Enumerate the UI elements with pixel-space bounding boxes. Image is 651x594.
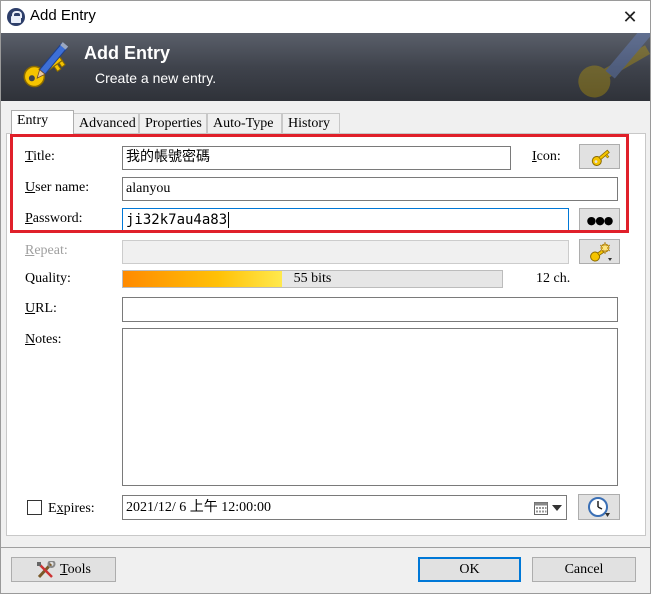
banner-subtitle: Create a new entry. [95,70,217,86]
expires-checkbox[interactable] [27,500,42,515]
password-generator-icon [589,241,612,262]
url-label: URL: [25,301,57,316]
key-icon [591,149,610,166]
tools-icon [37,560,56,578]
tab-properties[interactable]: Properties [139,113,207,134]
chevron-down-icon [552,504,562,511]
icon-label: Icon: [532,149,561,164]
clock-icon [588,497,610,517]
text-caret [228,212,230,228]
title-input[interactable]: 我的帳號密碼 [122,146,511,170]
calendar-dropdown-button[interactable] [531,499,563,516]
repeat-password-input [122,240,569,264]
key-pen-watermark-icon [578,33,650,98]
password-length-text: 12 ch. [536,271,571,286]
add-entry-dialog: Add Entry ✕ Add Entry Create a new entry… [0,0,651,594]
password-input[interactable]: ji32k7au4a83 [122,208,569,232]
password-value: ji32k7au4a83 [126,212,228,228]
tab-auto-type[interactable]: Auto-Type [207,113,282,134]
password-label: Password: [25,211,83,226]
password-quality-bar: 55 bits [122,270,503,288]
title-label: Title: [25,149,55,164]
tools-button[interactable]: Tools [11,557,116,582]
username-label: User name: [25,180,90,195]
url-input[interactable] [122,297,618,322]
close-button[interactable]: ✕ [613,3,647,31]
notes-label: Notes: [25,332,62,347]
expiry-date-picker[interactable]: 2021/12/ 6 上午 12:00:00 [122,495,567,520]
icon-picker-button[interactable] [579,144,620,169]
expiry-presets-button[interactable] [578,494,620,520]
expiry-date-value: 2021/12/ 6 上午 12:00:00 [126,500,272,515]
repeat-label: Repeat: [25,243,68,258]
tab-history[interactable]: History [282,113,340,134]
tab-entry[interactable]: Entry [11,110,74,135]
show-password-button[interactable]: ●●● [579,208,620,232]
expires-label: Expires: [48,501,95,516]
quality-bits-text: 55 bits [293,271,332,286]
quality-label: Quality: [25,271,71,286]
ok-button[interactable]: OK [418,557,521,582]
banner-title: Add Entry [84,43,171,63]
lock-icon [7,8,25,26]
generate-password-button[interactable] [579,239,620,264]
window-title: Add Entry [30,7,96,24]
notes-textarea[interactable] [122,328,618,486]
key-icon [23,42,69,88]
tools-label: Tools [60,561,91,577]
tab-advanced[interactable]: Advanced [73,113,139,134]
footer-separator [1,547,650,548]
header-banner: Add Entry Create a new entry. [1,33,650,101]
title-bar: Add Entry ✕ [1,1,650,33]
calendar-icon [534,501,548,515]
username-input[interactable]: alanyou [122,177,618,201]
cancel-button[interactable]: Cancel [532,557,636,582]
